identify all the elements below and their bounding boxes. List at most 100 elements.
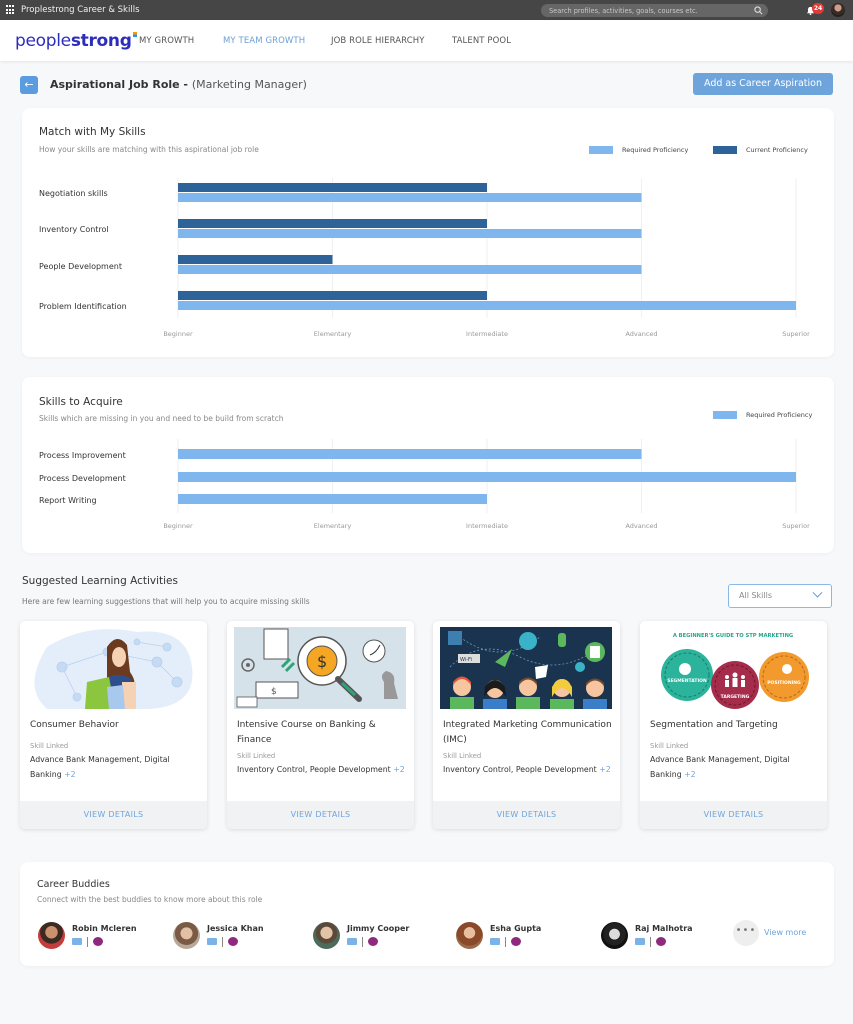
card-skills-text: Inventory Control, People Development: [443, 765, 597, 774]
stp-banner-text: A BEGINNER'S GUIDE TO STP MARKETING: [673, 633, 793, 639]
stp-circle-label: POSITIONING: [767, 680, 801, 686]
nav-my-growth[interactable]: MY GROWTH: [139, 36, 194, 46]
skill-linked-label: Skill Linked: [30, 742, 69, 750]
buddy-name[interactable]: Raj Malhotra: [635, 924, 693, 933]
y-category-label: Report Writing: [39, 496, 97, 505]
bar-required-proficiency: [178, 494, 487, 504]
career-buddies-subtitle: Connect with the best buddies to know mo…: [37, 895, 263, 904]
chevron-down-icon: [812, 587, 823, 598]
card-title: Integrated Marketing Communication (IMC): [443, 720, 612, 745]
skill-linked-label: Skill Linked: [650, 742, 689, 750]
buddy-avatar[interactable]: [173, 922, 200, 949]
more-skills-link[interactable]: +2: [599, 765, 611, 774]
chat-icon[interactable]: [93, 937, 103, 946]
more-skills-link[interactable]: +2: [393, 765, 405, 774]
y-category-label: Process Development: [39, 474, 126, 483]
view-details-button[interactable]: VIEW DETAILS: [20, 801, 207, 829]
view-details-button[interactable]: VIEW DETAILS: [227, 801, 414, 829]
global-search[interactable]: [541, 4, 768, 17]
learning-card[interactable]: Wi-Fi Integrated Marketing Communication…: [433, 621, 620, 829]
email-icon[interactable]: [635, 938, 645, 945]
notification-count-badge: 24: [812, 3, 824, 14]
card-skills: Inventory Control, People Development +2: [443, 763, 613, 778]
learning-card[interactable]: Consumer Behavior Skill Linked Advance B…: [20, 621, 207, 829]
buddy-avatar[interactable]: [456, 922, 483, 949]
learning-card[interactable]: $ $ Intensive Course on Banking & Financ…: [227, 621, 414, 829]
skill-linked-label: Skill Linked: [443, 752, 482, 760]
card-image-banking-finance: $ $: [234, 627, 406, 709]
top-bar: Proplestrong Career & Skills 24: [0, 0, 853, 20]
main-nav: peoplestrong MY GROWTH MY TEAM GROWTH JO…: [0, 20, 853, 61]
page-title-label: Aspirational Job Role -: [50, 78, 192, 91]
logo-mark-icon: [132, 31, 137, 37]
bar-current-proficiency: [178, 183, 487, 192]
card-skills-text: Advance Bank Management, Digital Banking: [650, 755, 790, 779]
email-icon[interactable]: [347, 938, 357, 945]
bar-required-proficiency: [178, 229, 642, 238]
view-details-button[interactable]: VIEW DETAILS: [433, 801, 620, 829]
back-button[interactable]: ←: [20, 76, 38, 94]
card-title: Segmentation and Targeting: [650, 720, 778, 730]
nav-talent-pool[interactable]: TALENT POOL: [452, 36, 511, 46]
divider: [222, 937, 223, 947]
card-image-imc: Wi-Fi: [440, 627, 612, 709]
view-details-button[interactable]: VIEW DETAILS: [640, 801, 827, 829]
card-skills-text: Advance Bank Management, Digital Banking: [30, 755, 170, 779]
chat-icon[interactable]: [511, 937, 521, 946]
buddy-name[interactable]: Esha Gupta: [490, 924, 541, 933]
bar-current-proficiency: [178, 255, 333, 264]
view-more-link[interactable]: View more: [764, 928, 806, 937]
page-header: ← Aspirational Job Role - (Marketing Man…: [20, 73, 833, 95]
apps-grid-icon[interactable]: [6, 5, 16, 15]
search-icon[interactable]: [754, 6, 763, 15]
peoplestrong-logo[interactable]: peoplestrong: [15, 30, 137, 51]
card-skills: Advance Bank Management, Digital Banking…: [30, 753, 200, 782]
chat-icon[interactable]: [656, 937, 666, 946]
x-tick-label: Intermediate: [466, 522, 508, 530]
svg-text:$: $: [271, 687, 277, 697]
skills-filter-value: All Skills: [739, 591, 773, 600]
page-title: Aspirational Job Role - (Marketing Manag…: [50, 78, 307, 91]
card-title: Consumer Behavior: [30, 720, 119, 730]
nav-my-team-growth[interactable]: MY TEAM GROWTH: [223, 36, 305, 46]
y-category-label: Inventory Control: [39, 225, 109, 234]
chat-icon[interactable]: [228, 937, 238, 946]
skills-filter-select[interactable]: All Skills: [728, 584, 832, 608]
career-buddies-card: Career Buddies Connect with the best bud…: [20, 862, 834, 966]
more-buddies-icon[interactable]: •••: [733, 920, 759, 946]
user-avatar[interactable]: [831, 3, 845, 17]
email-icon[interactable]: [490, 938, 500, 945]
bar-required-proficiency: [178, 472, 796, 482]
bar-required-proficiency: [178, 193, 642, 202]
nav-job-role-hierarchy[interactable]: JOB ROLE HIERARCHY: [331, 36, 425, 46]
learning-card[interactable]: A BEGINNER'S GUIDE TO STP MARKETING SEGM…: [640, 621, 827, 829]
more-skills-link[interactable]: +2: [684, 770, 696, 779]
learning-title: Suggested Learning Activities: [22, 575, 178, 587]
x-tick-label: Advanced: [625, 330, 657, 338]
email-icon[interactable]: [207, 938, 217, 945]
divider: [505, 937, 506, 947]
buddy-avatar[interactable]: [601, 922, 628, 949]
add-as-career-aspiration-button[interactable]: Add as Career Aspiration: [693, 73, 833, 95]
x-tick-label: Elementary: [314, 522, 352, 530]
buddy-name[interactable]: Robin Mcleren: [72, 924, 137, 933]
logo-text-bold: strong: [70, 30, 132, 51]
search-input[interactable]: [541, 6, 741, 15]
email-icon[interactable]: [72, 938, 82, 945]
divider: [650, 937, 651, 947]
buddy-name[interactable]: Jimmy Cooper: [347, 924, 409, 933]
bar-required-proficiency: [178, 265, 642, 274]
x-tick-label: Superior: [782, 330, 810, 338]
chat-icon[interactable]: [368, 937, 378, 946]
more-skills-link[interactable]: +2: [64, 770, 76, 779]
x-tick-label: Intermediate: [466, 330, 508, 338]
match-skills-chart: Beginner Elementary Intermediate Advanced Su…: [39, 178, 810, 338]
bar-current-proficiency: [178, 219, 487, 228]
card-title: Intensive Course on Banking & Finance: [237, 720, 376, 745]
buddy-name[interactable]: Jessica Khan: [207, 924, 264, 933]
y-category-label: Problem Identification: [39, 302, 127, 311]
buddy-avatar[interactable]: [313, 922, 340, 949]
buddy-avatar[interactable]: [38, 922, 65, 949]
stp-circle-label: SEGMENTATION: [667, 678, 707, 684]
logo-text-light: people: [15, 30, 71, 51]
